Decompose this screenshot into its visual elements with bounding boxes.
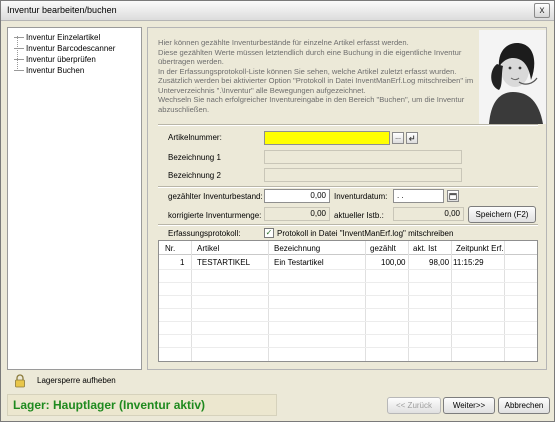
row-divider — [159, 282, 537, 283]
next-button[interactable]: Weiter>> — [443, 397, 495, 414]
nav-item-label: Inventur Buchen — [26, 66, 85, 75]
korrigiert-field: 0,00 — [264, 207, 330, 221]
separator — [158, 124, 538, 126]
protocol-checkbox[interactable]: ✓ — [264, 228, 274, 238]
cell-bezeichnung: Ein Testartikel — [274, 258, 324, 267]
title-bar[interactable]: Inventur bearbeiten/buchen x — [1, 1, 554, 21]
back-button[interactable]: << Zurück — [387, 397, 441, 414]
bezeichnung1-field — [264, 150, 462, 164]
save-button[interactable]: Speichern (F2) — [468, 206, 536, 223]
separator — [158, 224, 538, 226]
column-header-artikel[interactable]: Artikel — [197, 244, 219, 253]
inventur-window: Inventur bearbeiten/buchen x Inventur Ei… — [0, 0, 555, 422]
nav-item-einzelartikel[interactable]: Inventur Einzelartikel — [14, 33, 100, 42]
info-text: Hier können gezählte Inventurbestände fü… — [158, 38, 474, 114]
padlock-icon[interactable] — [14, 374, 26, 388]
protocol-label: Erfassungsprotokoll: — [168, 229, 241, 238]
aktuell-field: 0,00 — [393, 207, 464, 221]
column-header-zeitpunkt[interactable]: Zeitpunkt Erf. — [456, 244, 504, 253]
support-photo — [479, 30, 546, 124]
nav-item-label: Inventur Einzelartikel — [26, 33, 101, 42]
nav-item-label: Inventur überprüfen — [26, 55, 96, 64]
row-divider — [159, 295, 537, 296]
row-divider — [159, 347, 537, 348]
aktuell-label: aktueller Istb.: — [334, 211, 384, 220]
artikelnummer-label: Artikelnummer: — [168, 133, 222, 142]
main-panel: Hier können gezählte Inventurbestände fü… — [147, 27, 547, 370]
close-button[interactable]: x — [534, 3, 550, 18]
column-header-bezeichnung[interactable]: Bezeichnung — [274, 244, 320, 253]
calendar-icon[interactable] — [447, 190, 459, 202]
cell-akt-ist: 98,00 — [429, 258, 450, 267]
bezeichnung2-field — [264, 168, 462, 182]
row-divider — [159, 334, 537, 335]
nav-item-ueberpruefen[interactable]: Inventur überprüfen — [14, 55, 96, 64]
nav-item-label: Inventur Barcodescanner — [26, 44, 116, 53]
nav-item-buchen[interactable]: Inventur Buchen — [14, 66, 84, 75]
column-header-nr[interactable]: Nr. — [165, 244, 175, 253]
cell-zeitpunkt: 11:15:29 — [453, 258, 484, 267]
bezeichnung1-label: Bezeichnung 1 — [168, 153, 221, 162]
table-row[interactable]: 1 TESTARTIKEL Ein Testartikel 100,00 98,… — [159, 256, 537, 269]
cell-gezaehlt: 100,00 — [381, 258, 406, 267]
bezeichnung2-label: Bezeichnung 2 — [168, 171, 221, 180]
navigation-tree: Inventur Einzelartikel Inventur Barcodes… — [7, 27, 142, 370]
table-header: Nr. Artikel Bezeichnung gezählt akt. Ist… — [159, 241, 537, 255]
column-header-gezaehlt[interactable]: gezählt — [370, 244, 396, 253]
window-title: Inventur bearbeiten/buchen — [7, 5, 117, 15]
artikelnummer-input[interactable] — [264, 131, 390, 145]
column-header-akt-ist[interactable]: akt. Ist — [413, 244, 437, 253]
inventurdatum-input[interactable]: . . — [393, 189, 444, 203]
korrigiert-label: korrigierte Inventurmenge: — [168, 211, 262, 220]
status-bar: Lager: Hauptlager (Inventur aktiv) — [7, 394, 277, 416]
row-divider — [159, 308, 537, 309]
checkmark-icon: ✓ — [265, 228, 273, 237]
cell-artikel: TESTARTIKEL — [197, 258, 251, 267]
browse-button[interactable]: ... — [392, 132, 404, 144]
cell-nr: 1 — [180, 258, 185, 267]
protocol-checkbox-label[interactable]: Protokoll in Datei "InventManErf.log" mi… — [277, 229, 453, 238]
arrow-enter-icon[interactable] — [406, 132, 418, 144]
cancel-button[interactable]: Abbrechen — [498, 397, 550, 414]
nav-item-barcodescanner[interactable]: Inventur Barcodescanner — [14, 44, 115, 53]
gezaehlt-label: gezählter Inventurbestand: — [168, 192, 263, 201]
separator — [158, 186, 538, 188]
lagersperre-label[interactable]: Lagersperre aufheben — [37, 376, 116, 385]
protocol-table[interactable]: Nr. Artikel Bezeichnung gezählt akt. Ist… — [158, 240, 538, 362]
row-divider — [159, 321, 537, 322]
row-divider — [159, 269, 537, 270]
inventurdatum-label: Inventurdatum: — [334, 192, 388, 201]
gezaehlt-input[interactable]: 0,00 — [264, 189, 330, 203]
